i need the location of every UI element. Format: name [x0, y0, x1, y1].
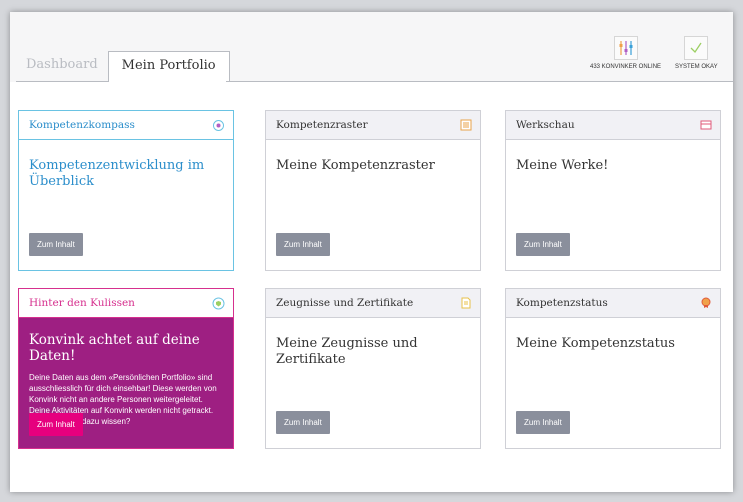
zum-inhalt-button[interactable]: Zum Inhalt	[516, 233, 570, 256]
card-zeugnisse-und-zertifikate: Zeugnisse und Zertifikate Meine Zeugniss…	[265, 288, 481, 449]
system-status[interactable]: SYSTEM OKAY	[675, 36, 718, 70]
card-title: Kompetenzraster	[276, 119, 368, 131]
top-bar: Dashboard Mein Portfolio 433 KONVINKER O…	[10, 12, 733, 83]
card-header: Werkschau	[506, 111, 720, 140]
app-window: Dashboard Mein Portfolio 433 KONVINKER O…	[10, 12, 733, 492]
tab-mein-portfolio[interactable]: Mein Portfolio	[107, 51, 230, 83]
zum-inhalt-button[interactable]: Zum Inhalt	[276, 411, 330, 434]
portfolio-content: Kompetenzkompass Kompetenzentwicklung im…	[10, 82, 733, 492]
zum-inhalt-button[interactable]: Zum Inhalt	[516, 411, 570, 434]
card-body-title: Kompetenzentwicklung im Überblick	[29, 158, 205, 189]
card-hinter-den-kulissen: Hinter den Kulissen Konvink achtet auf d…	[18, 288, 234, 449]
card-icon	[699, 119, 712, 132]
card-header: Zeugnisse und Zertifikate	[266, 289, 480, 318]
card-header: Kompetenzstatus	[506, 289, 720, 318]
card-header: Kompetenzkompass	[19, 111, 233, 140]
card-kompetenzkompass: Kompetenzkompass Kompetenzentwicklung im…	[18, 110, 234, 271]
card-title: Zeugnisse und Zertifikate	[276, 297, 414, 309]
card-body-title: Konvink achtet auf deine Daten!	[29, 332, 200, 364]
sliders-icon	[613, 36, 638, 60]
online-count-label: 433 KONVINKER ONLINE	[590, 64, 662, 70]
card-kompetenzraster: Kompetenzraster Meine Kompetenzraster Zu…	[265, 110, 481, 271]
card-body-title: Meine Zeugnisse und Zertifikate	[276, 336, 418, 367]
checkmark-icon	[684, 36, 709, 60]
tab-dashboard[interactable]: Dashboard	[16, 51, 108, 82]
card-body-title: Meine Kompetenzstatus	[516, 336, 675, 351]
zum-inhalt-button[interactable]: Zum Inhalt	[276, 233, 330, 256]
zum-inhalt-button[interactable]: Zum Inhalt	[29, 233, 83, 256]
card-title: Kompetenzstatus	[516, 297, 608, 309]
zum-inhalt-button[interactable]: Zum Inhalt	[29, 413, 83, 436]
card-header: Kompetenzraster	[266, 111, 480, 140]
compass-icon	[212, 119, 225, 132]
document-icon	[459, 297, 472, 310]
system-status-label: SYSTEM OKAY	[675, 64, 718, 70]
grid-icon	[459, 119, 472, 132]
card-title: Hinter den Kulissen	[29, 297, 135, 309]
badge-icon	[699, 297, 712, 310]
shield-icon	[212, 297, 225, 310]
card-header: Hinter den Kulissen	[19, 289, 233, 318]
card-title: Werkschau	[516, 119, 575, 131]
card-werkschau: Werkschau Meine Werke! Zum Inhalt	[505, 110, 721, 271]
card-body-title: Meine Werke!	[516, 158, 609, 173]
card-body-title: Meine Kompetenzraster	[276, 158, 435, 173]
tab-bar: Dashboard Mein Portfolio	[16, 51, 230, 83]
card-title: Kompetenzkompass	[29, 119, 135, 131]
card-kompetenzstatus: Kompetenzstatus Meine Kompetenzstatus Zu…	[505, 288, 721, 449]
online-status[interactable]: 433 KONVINKER ONLINE	[590, 36, 661, 70]
